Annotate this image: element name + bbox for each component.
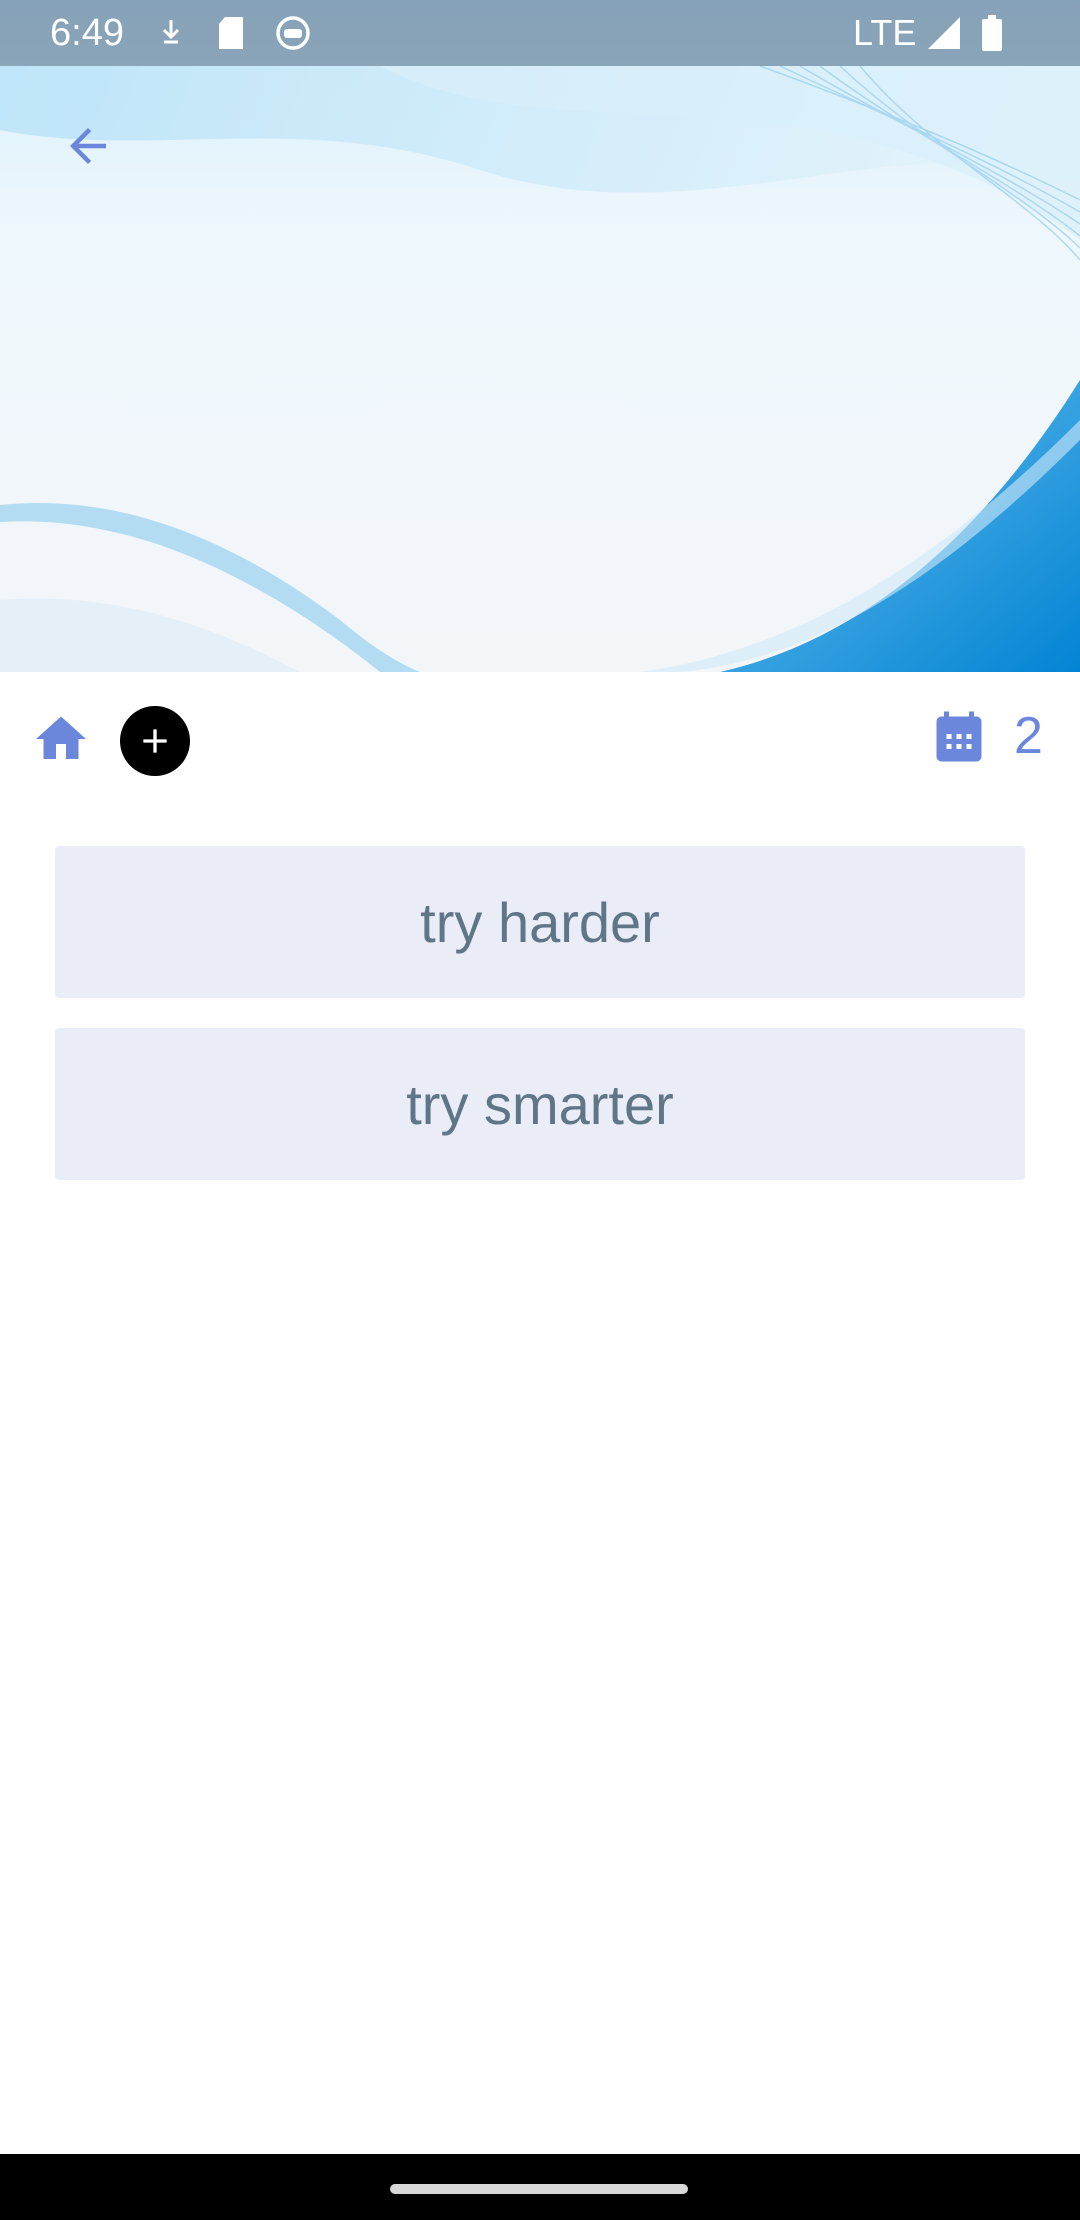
calendar-count: 2 <box>1014 707 1043 765</box>
home-icon <box>36 716 86 759</box>
system-nav-bar <box>0 2154 1080 2220</box>
plus-circle-icon <box>143 729 167 753</box>
calendar-icon <box>936 711 982 762</box>
home-button[interactable] <box>30 708 92 770</box>
add-button[interactable] <box>120 706 190 776</box>
download-icon <box>158 14 184 52</box>
toolbar: 2 <box>0 690 1080 790</box>
signal-icon <box>926 14 962 52</box>
network-type: LTE <box>853 12 917 53</box>
wave-background-image <box>0 0 1080 672</box>
sd-card-icon <box>216 14 246 52</box>
robot-face-icon <box>274 14 312 52</box>
status-bar: 6:49 LTE <box>0 0 1080 66</box>
arrow-left-icon <box>70 128 106 164</box>
header-banner <box>0 0 1080 672</box>
list-item[interactable]: try harder <box>55 846 1025 998</box>
app-screen: 6:49 LTE 2 try harder try smarter <box>0 0 1080 2220</box>
status-time: 6:49 <box>50 12 124 54</box>
battery-icon <box>980 14 1004 52</box>
goal-list: try harder try smarter <box>55 846 1025 1210</box>
home-gesture-handle[interactable] <box>390 2184 688 2194</box>
calendar-button[interactable] <box>928 708 990 770</box>
back-button[interactable] <box>52 110 124 182</box>
list-item[interactable]: try smarter <box>55 1028 1025 1180</box>
